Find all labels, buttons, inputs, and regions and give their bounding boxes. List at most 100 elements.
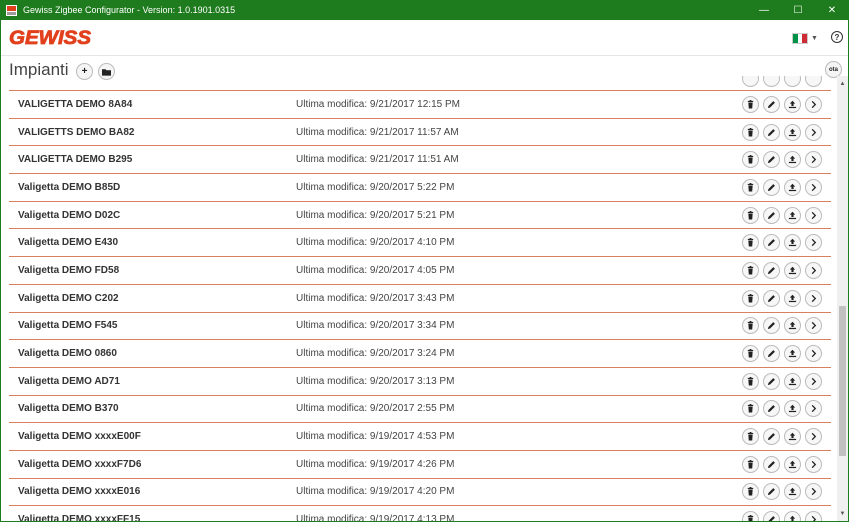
open-button[interactable] — [805, 206, 822, 224]
delete-button[interactable] — [742, 261, 759, 279]
open-button[interactable] — [805, 76, 822, 87]
list-item[interactable]: Valigetta DEMO C202 Ultima modifica: 9/20… — [9, 285, 831, 313]
edit-button[interactable] — [763, 234, 780, 252]
upload-button[interactable] — [784, 123, 801, 141]
upload-button[interactable] — [784, 511, 801, 521]
list-item[interactable]: Valigetta DEMO F545 Ultima modifica: 9/20… — [9, 313, 831, 341]
scrollbar-thumb[interactable] — [839, 306, 846, 456]
delete-button[interactable] — [742, 483, 759, 501]
upload-button[interactable] — [784, 428, 801, 446]
list-item[interactable]: Valigetta DEMO xxxxE016 Ultima modifica: … — [9, 479, 831, 507]
chevron-right-icon — [809, 294, 818, 303]
list-item[interactable]: VALIGETTA DEMO B295 Ultima modifica: 9/21… — [9, 146, 831, 175]
upload-button[interactable] — [784, 400, 801, 418]
open-button[interactable] — [805, 483, 822, 501]
list-item[interactable]: Valigetta DEMO B85D Ultima modifica: 9/20… — [9, 174, 831, 202]
upload-button[interactable] — [784, 261, 801, 279]
edit-button[interactable] — [763, 151, 780, 169]
delete-button[interactable] — [742, 178, 759, 196]
upload-button[interactable] — [784, 455, 801, 473]
scroll-up-arrow-icon[interactable]: ▲ — [837, 78, 848, 90]
upload-button[interactable] — [784, 372, 801, 390]
close-button[interactable]: ✕ — [815, 0, 849, 20]
delete-button[interactable] — [742, 428, 759, 446]
open-button[interactable] — [805, 400, 822, 418]
edit-button[interactable] — [763, 483, 780, 501]
edit-button[interactable] — [763, 511, 780, 521]
trash-icon — [746, 321, 755, 330]
open-button[interactable] — [805, 317, 822, 335]
open-button[interactable] — [805, 261, 822, 279]
delete-button[interactable] — [742, 511, 759, 521]
delete-button[interactable] — [742, 234, 759, 252]
edit-button[interactable] — [763, 261, 780, 279]
scroll-down-arrow-icon[interactable]: ▼ — [837, 508, 848, 520]
upload-button[interactable] — [784, 151, 801, 169]
list-item[interactable]: Valigetta DEMO FD58 Ultima modifica: 9/20… — [9, 257, 831, 285]
edit-button[interactable] — [763, 289, 780, 307]
edit-button[interactable] — [763, 455, 780, 473]
list-item[interactable]: Valigetta DEMO AD71 Ultima modifica: 9/20… — [9, 368, 831, 396]
delete-button[interactable] — [742, 400, 759, 418]
open-button[interactable] — [805, 95, 822, 113]
list-item[interactable]: Valigetta DEMO 0860 Ultima modifica: 9/20… — [9, 340, 831, 368]
vertical-scrollbar[interactable]: ▲ ▼ — [837, 76, 848, 521]
delete-button[interactable] — [742, 289, 759, 307]
upload-button[interactable] — [784, 317, 801, 335]
list-item[interactable]: Valigetta DEMO xxxxE00F Ultima modifica: … — [9, 423, 831, 451]
open-button[interactable] — [805, 428, 822, 446]
maximize-button[interactable]: ☐ — [781, 0, 815, 20]
trash-icon — [746, 515, 755, 521]
edit-button[interactable] — [763, 206, 780, 224]
upload-button[interactable] — [784, 234, 801, 252]
plant-list-viewport[interactable]: VALIGETTA DEMO 8A84 Ultima modifica: 9/21… — [1, 76, 837, 521]
open-button[interactable] — [805, 178, 822, 196]
edit-button[interactable] — [763, 123, 780, 141]
list-item[interactable]: Valigetta DEMO B370 Ultima modifica: 9/20… — [9, 396, 831, 424]
delete-button[interactable] — [742, 76, 759, 87]
upload-button[interactable] — [784, 483, 801, 501]
list-item[interactable]: VALIGETTS DEMO BA82 Ultima modifica: 9/21… — [9, 119, 831, 147]
edit-button[interactable] — [763, 76, 780, 87]
edit-button[interactable] — [763, 317, 780, 335]
delete-button[interactable] — [742, 317, 759, 335]
upload-button[interactable] — [784, 206, 801, 224]
list-item[interactable]: Valigetta DEMO E430 Ultima modifica: 9/20… — [9, 229, 831, 258]
edit-button[interactable] — [763, 428, 780, 446]
minimize-button[interactable]: — — [747, 0, 781, 20]
edit-button[interactable] — [763, 95, 780, 113]
upload-button[interactable] — [784, 95, 801, 113]
delete-button[interactable] — [742, 95, 759, 113]
open-button[interactable] — [805, 345, 822, 363]
open-button[interactable] — [805, 123, 822, 141]
edit-button[interactable] — [763, 400, 780, 418]
language-selector[interactable]: ▼ — [792, 33, 818, 44]
delete-button[interactable] — [742, 345, 759, 363]
list-item[interactable]: Valigetta DEMO xxxxFF15 Ultima modifica: … — [9, 506, 831, 521]
help-button[interactable]: ? — [831, 31, 843, 43]
row-actions — [742, 400, 822, 418]
delete-button[interactable] — [742, 151, 759, 169]
edit-button[interactable] — [763, 345, 780, 363]
title-bar: Gewiss Zigbee Configurator - Version: 1.… — [0, 0, 849, 20]
list-item[interactable]: VALIGETTA DEMO 8A84 Ultima modifica: 9/21… — [9, 91, 831, 119]
open-button[interactable] — [805, 289, 822, 307]
upload-button[interactable] — [784, 289, 801, 307]
app-icon — [6, 4, 17, 16]
upload-button[interactable] — [784, 345, 801, 363]
open-button[interactable] — [805, 455, 822, 473]
delete-button[interactable] — [742, 372, 759, 390]
list-item[interactable]: Valigetta DEMO D02C Ultima modifica: 9/20… — [9, 202, 831, 230]
upload-button[interactable] — [784, 76, 801, 87]
open-button[interactable] — [805, 372, 822, 390]
upload-button[interactable] — [784, 178, 801, 196]
list-item[interactable]: Valigetta DEMO xxxxF7D6 Ultima modifica: … — [9, 451, 831, 479]
delete-button[interactable] — [742, 206, 759, 224]
delete-button[interactable] — [742, 123, 759, 141]
edit-button[interactable] — [763, 372, 780, 390]
delete-button[interactable] — [742, 455, 759, 473]
open-button[interactable] — [805, 151, 822, 169]
open-button[interactable] — [805, 234, 822, 252]
open-button[interactable] — [805, 511, 822, 521]
edit-button[interactable] — [763, 178, 780, 196]
